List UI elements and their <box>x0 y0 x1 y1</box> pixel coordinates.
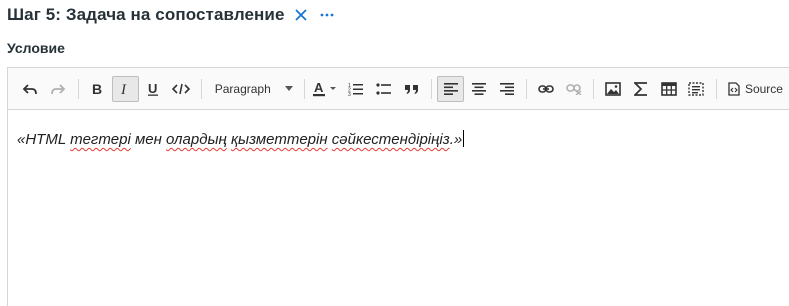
select-all-icon <box>688 81 705 96</box>
link-button[interactable] <box>532 76 559 102</box>
underline-icon: U <box>148 82 159 96</box>
svg-text:3: 3 <box>348 92 351 96</box>
undo-icon <box>23 83 38 94</box>
image-button[interactable] <box>599 76 626 102</box>
code-button[interactable] <box>168 76 195 102</box>
toolbar-separator <box>593 78 595 99</box>
editor-toolbar: B I U Paragraph A 123 Source <box>8 68 789 110</box>
math-button[interactable] <box>627 76 654 102</box>
bold-icon: B <box>92 82 102 96</box>
align-left-button[interactable] <box>437 75 465 102</box>
code-icon <box>172 83 191 94</box>
more-horizontal-icon <box>320 13 333 17</box>
source-button-label: Source <box>744 81 783 96</box>
italic-button[interactable]: I <box>111 75 139 102</box>
editor-content[interactable]: «HTML тегтері мен олардың қызметтерін сә… <box>8 110 789 168</box>
align-center-button[interactable] <box>465 76 492 102</box>
bulleted-list-icon <box>376 82 391 95</box>
font-color-button[interactable]: A <box>310 76 342 102</box>
caret-down-icon <box>284 86 293 91</box>
toolbar-separator <box>200 78 202 99</box>
paragraph-dropdown-label: Paragraph <box>214 81 271 96</box>
svg-text:U: U <box>148 82 157 96</box>
numbered-list-button[interactable]: 123 <box>343 76 370 102</box>
underline-button[interactable]: U <box>140 76 167 102</box>
more-button[interactable] <box>317 5 337 25</box>
step-title: Шаг 5: Задача на сопоставление <box>7 5 285 24</box>
blockquote-button[interactable] <box>398 76 425 102</box>
toolbar-separator <box>77 78 79 99</box>
redo-icon <box>51 83 66 94</box>
undo-button[interactable] <box>17 76 44 102</box>
section-label: Условие <box>7 40 65 56</box>
unlink-button[interactable] <box>560 76 587 102</box>
table-button[interactable] <box>655 76 682 102</box>
font-color-icon: A <box>312 81 336 96</box>
close-button[interactable] <box>291 5 311 25</box>
select-all-button[interactable] <box>683 76 710 102</box>
align-right-button[interactable] <box>493 76 520 102</box>
svg-text:I: I <box>120 82 127 96</box>
unlink-icon <box>565 83 582 95</box>
toolbar-separator <box>431 78 433 99</box>
svg-text:B: B <box>92 82 102 96</box>
toolbar-separator <box>526 78 528 99</box>
quote-icon <box>404 84 418 94</box>
rich-text-editor: B I U Paragraph A 123 Source «HTML тегте… <box>7 67 789 306</box>
numbered-list-icon: 123 <box>348 83 363 96</box>
align-left-icon <box>443 82 458 95</box>
align-center-icon <box>471 82 486 95</box>
align-right-icon <box>499 82 514 95</box>
italic-icon: I <box>120 82 127 96</box>
step-header: Шаг 5: Задача на сопоставление <box>7 3 337 27</box>
sigma-icon <box>633 81 647 96</box>
svg-text:A: A <box>314 81 324 95</box>
bold-button[interactable]: B <box>84 76 111 102</box>
image-icon <box>604 81 621 96</box>
bulleted-list-button[interactable] <box>370 76 397 102</box>
paragraph-dropdown[interactable]: Paragraph <box>207 76 299 102</box>
table-icon <box>660 81 677 96</box>
source-button[interactable]: Source <box>722 76 789 102</box>
link-icon <box>537 84 554 93</box>
toolbar-separator <box>715 78 717 99</box>
close-icon <box>294 9 307 21</box>
text-caret <box>463 130 465 147</box>
source-icon <box>728 81 740 96</box>
content-text: «HTML тегтері мен олардың қызметтерін сә… <box>17 131 463 148</box>
redo-button[interactable] <box>45 76 72 102</box>
toolbar-separator <box>303 78 305 99</box>
